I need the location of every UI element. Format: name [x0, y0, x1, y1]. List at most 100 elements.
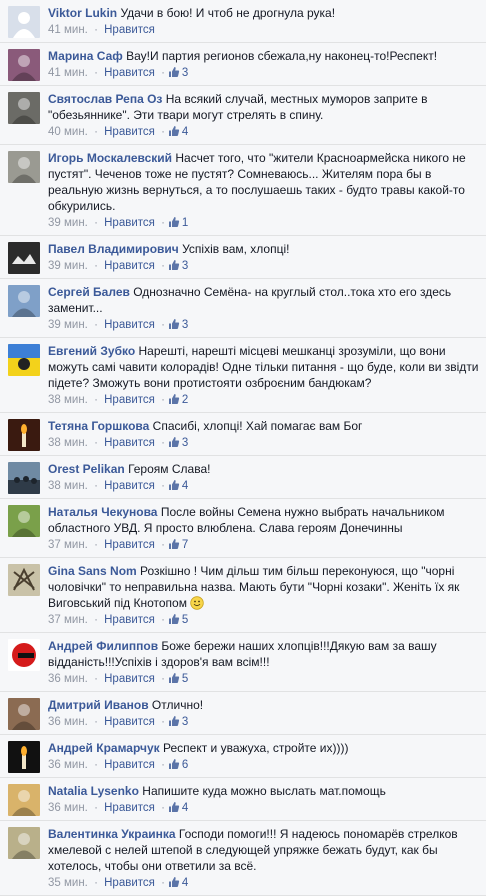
comment-meta: 36 мин. · Нравится · 4 [48, 800, 480, 816]
avatar-photo-icon[interactable] [8, 151, 40, 183]
like-count-group[interactable]: · 3 [158, 716, 188, 728]
comment-author-link[interactable]: Марина Саф [48, 49, 123, 63]
separator-dot: · [161, 217, 165, 229]
avatar-photo-icon[interactable] [8, 827, 40, 859]
like-count-group[interactable]: · 4 [158, 802, 188, 814]
comment-author-link[interactable]: Андрей Крамарчук [48, 741, 160, 755]
like-button[interactable]: Нравится [104, 877, 155, 889]
avatar-dark-icon[interactable] [8, 242, 40, 274]
comment-timestamp[interactable]: 40 мин. [48, 126, 88, 138]
like-count[interactable]: 5 [182, 673, 188, 685]
like-count-group[interactable]: · 3 [158, 437, 188, 449]
comment-author-link[interactable]: Наталья Чекунова [48, 505, 157, 519]
comment-author-link[interactable]: Viktor Lukin [48, 6, 117, 20]
like-count[interactable]: 3 [182, 260, 188, 272]
like-count-group[interactable]: · 4 [158, 877, 188, 889]
comment-author-link[interactable]: Евгений Зубко [48, 344, 135, 358]
comment-timestamp[interactable]: 39 мин. [48, 260, 88, 272]
like-button[interactable]: Нравится [104, 319, 155, 331]
comment-timestamp[interactable]: 36 мин. [48, 802, 88, 814]
like-count-group[interactable]: · 6 [158, 759, 188, 771]
avatar-plain-icon[interactable] [8, 6, 40, 38]
comment-author-link[interactable]: Тетяна Горшкова [48, 419, 149, 433]
like-count-group[interactable]: · 1 [158, 217, 188, 229]
like-button[interactable]: Нравится [104, 614, 155, 626]
like-button[interactable]: Нравится [104, 260, 155, 272]
like-count[interactable]: 3 [182, 437, 188, 449]
comment-meta: 39 мин. · Нравится · 3 [48, 258, 480, 274]
comment-timestamp[interactable]: 36 мин. [48, 716, 88, 728]
comment-timestamp[interactable]: 41 мин. [48, 24, 88, 36]
like-count-group[interactable]: · 7 [158, 539, 188, 551]
comment-timestamp[interactable]: 38 мин. [48, 480, 88, 492]
avatar-photo-icon[interactable] [8, 698, 40, 730]
like-button[interactable]: Нравится [104, 394, 155, 406]
comment-author-link[interactable]: Gina Sans Nom [48, 564, 137, 578]
like-button[interactable]: Нравится [104, 673, 155, 685]
like-button[interactable]: Нравится [104, 67, 155, 79]
like-count[interactable]: 4 [182, 126, 188, 138]
comment-timestamp[interactable]: 38 мин. [48, 394, 88, 406]
like-count-group[interactable]: · 5 [158, 614, 188, 626]
like-count-group[interactable]: · 4 [158, 126, 188, 138]
avatar-photo-icon[interactable] [8, 505, 40, 537]
like-count[interactable]: 4 [182, 802, 188, 814]
like-count[interactable]: 3 [182, 716, 188, 728]
comment-timestamp[interactable]: 41 мин. [48, 67, 88, 79]
like-count-group[interactable]: · 4 [158, 480, 188, 492]
like-button[interactable]: Нравится [104, 716, 155, 728]
avatar-crowd-icon[interactable] [8, 462, 40, 494]
comment-author-link[interactable]: Дмитрий Иванов [48, 698, 149, 712]
comment-timestamp[interactable]: 37 мин. [48, 614, 88, 626]
comment-timestamp[interactable]: 39 мин. [48, 319, 88, 331]
avatar-photo-icon[interactable] [8, 285, 40, 317]
like-count[interactable]: 4 [182, 877, 188, 889]
like-count[interactable]: 5 [182, 614, 188, 626]
like-count[interactable]: 3 [182, 319, 188, 331]
comment-author-link[interactable]: Святослав Репа Оз [48, 92, 162, 106]
like-count[interactable]: 3 [182, 67, 188, 79]
like-button[interactable]: Нравится [104, 126, 155, 138]
like-button[interactable]: Нравится [104, 217, 155, 229]
like-button[interactable]: Нравится [104, 802, 155, 814]
like-count-group[interactable]: · 5 [158, 673, 188, 685]
comment-author-link[interactable]: Orest Pelikan [48, 462, 125, 476]
comment-timestamp[interactable]: 36 мин. [48, 673, 88, 685]
like-count[interactable]: 2 [182, 394, 188, 406]
like-count-group[interactable]: · 2 [158, 394, 188, 406]
avatar-photo-icon[interactable] [8, 92, 40, 124]
comment-timestamp[interactable]: 36 мин. [48, 759, 88, 771]
comment-author-link[interactable]: Сергей Балев [48, 285, 130, 299]
thumbs-up-icon [168, 394, 180, 404]
like-button[interactable]: Нравится [104, 480, 155, 492]
like-button[interactable]: Нравится [104, 437, 155, 449]
comment-body: Orest Pelikan Героям Слава! 38 мин. · Нр… [48, 461, 480, 494]
like-count[interactable]: 4 [182, 480, 188, 492]
comment-author-link[interactable]: Валентинка Украинка [48, 827, 176, 841]
avatar-photo-icon[interactable] [8, 784, 40, 816]
comment-author-link[interactable]: Игорь Москалевский [48, 151, 172, 165]
like-count[interactable]: 6 [182, 759, 188, 771]
like-button[interactable]: Нравится [104, 539, 155, 551]
like-count-group[interactable]: · 3 [158, 67, 188, 79]
avatar-emblem-icon[interactable] [8, 564, 40, 596]
comment-author-link[interactable]: Natalia Lysenko [48, 784, 139, 798]
like-button[interactable]: Нравится [104, 24, 155, 36]
comment-timestamp[interactable]: 37 мин. [48, 539, 88, 551]
comment-timestamp[interactable]: 38 мин. [48, 437, 88, 449]
like-count[interactable]: 1 [182, 217, 188, 229]
like-count-group[interactable]: · 3 [158, 319, 188, 331]
avatar-photo-icon[interactable] [8, 49, 40, 81]
like-count[interactable]: 7 [182, 539, 188, 551]
separator-dot: · [161, 67, 165, 79]
like-count-group[interactable]: · 3 [158, 260, 188, 272]
comment-timestamp[interactable]: 39 мин. [48, 217, 88, 229]
avatar-candle-icon[interactable] [8, 419, 40, 451]
like-button[interactable]: Нравится [104, 759, 155, 771]
avatar-candle-icon[interactable] [8, 741, 40, 773]
avatar-badge-icon[interactable] [8, 639, 40, 671]
comment-author-link[interactable]: Павел Владимирович [48, 242, 179, 256]
comment-author-link[interactable]: Андрей Филиппов [48, 639, 158, 653]
comment-timestamp[interactable]: 35 мин. [48, 877, 88, 889]
avatar-flag-icon[interactable] [8, 344, 40, 376]
